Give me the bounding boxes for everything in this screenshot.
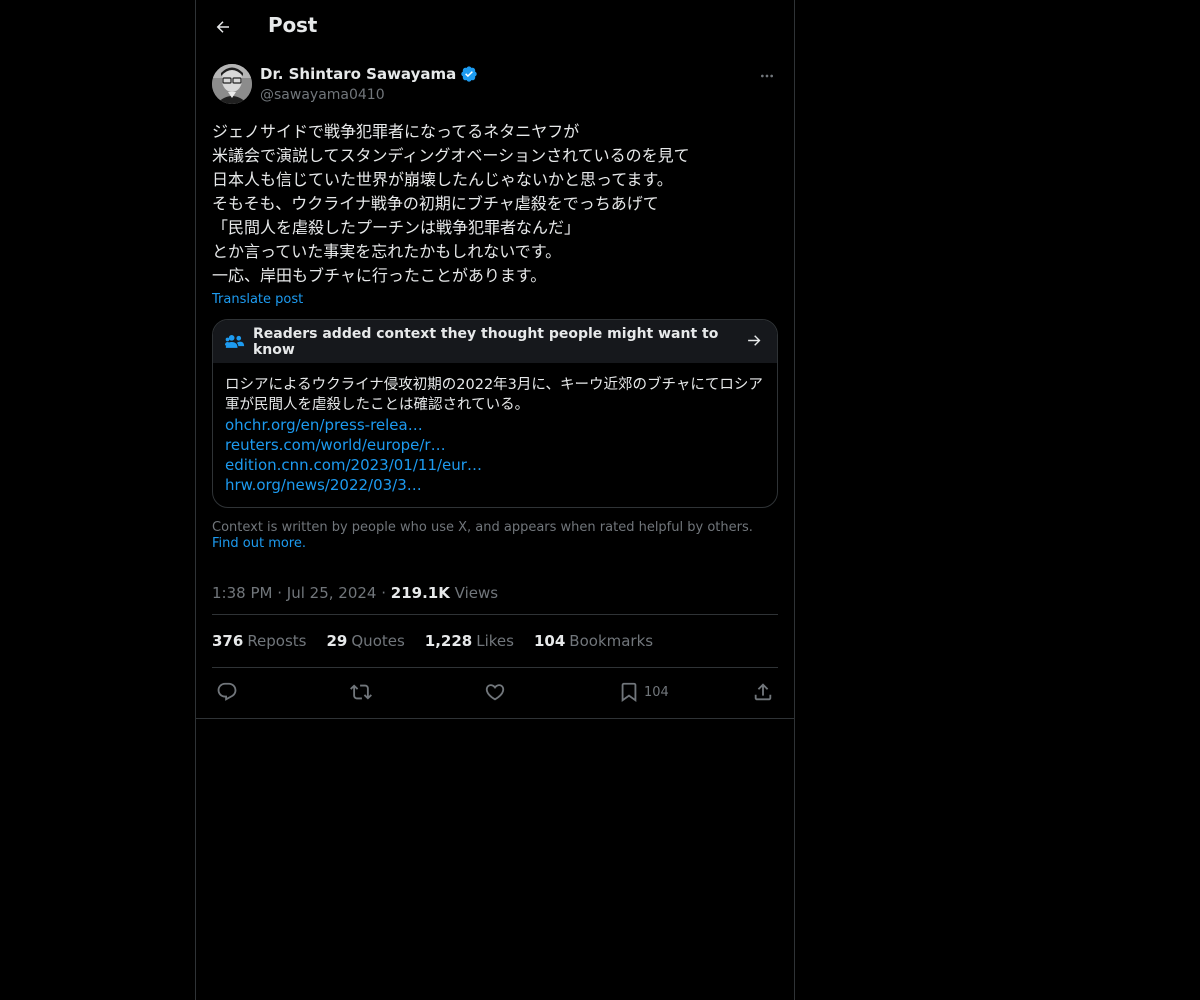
- people-icon: [225, 333, 245, 351]
- back-button[interactable]: [210, 14, 236, 40]
- post-line: 米議会で演説してスタンディングオベーションされているのを見て: [212, 146, 690, 165]
- verified-badge-icon: [461, 66, 477, 82]
- post-line: 日本人も信じていた世界が崩壊したんじゃないかと思ってます。: [212, 170, 673, 189]
- more-horizontal-icon: [761, 74, 773, 78]
- meta-separator: ·: [381, 584, 391, 602]
- context-disclaimer: Context is written by people who use X, …: [212, 520, 778, 552]
- like-button[interactable]: [484, 680, 506, 704]
- source-link[interactable]: edition.cnn.com/2023/01/11/eur…: [225, 455, 765, 475]
- more-options-button[interactable]: [756, 66, 778, 86]
- source-link[interactable]: ohchr.org/en/press-relea…: [225, 415, 765, 435]
- post-time[interactable]: 1:38 PM: [212, 584, 272, 602]
- author-row: Dr. Shintaro Sawayama @sawayama0410: [212, 64, 778, 108]
- community-note-body: ロシアによるウクライナ侵攻初期の2022年3月に、キーウ近郊のブチャにてロシア軍…: [213, 363, 777, 507]
- heart-icon: [485, 684, 505, 701]
- quotes-label: Quotes: [351, 632, 405, 650]
- repost-icon: [350, 684, 372, 700]
- avatar-image: [212, 64, 252, 104]
- post-line: そもそも、ウクライナ戦争の初期にブチャ虐殺をでっちあげて: [212, 194, 659, 213]
- bookmarks-count: 104: [533, 632, 566, 650]
- views-count: 219.1K: [390, 584, 450, 602]
- arrow-right-icon: [746, 332, 763, 353]
- bookmark-count: 104: [644, 684, 669, 700]
- reposts-label: Reposts: [247, 632, 307, 650]
- engagement-stats: 376 Reposts 29 Quotes 1,228 Likes 104 Bookma…: [212, 615, 778, 667]
- bookmarks-label: Bookmarks: [569, 632, 654, 650]
- bookmark-button[interactable]: 104: [618, 680, 669, 704]
- source-link[interactable]: hrw.org/news/2022/03/3…: [225, 475, 765, 495]
- find-out-more-link[interactable]: Find out more.: [212, 536, 306, 551]
- post-meta: 1:38 PM · Jul 25, 2024 · 219.1K Views: [212, 584, 778, 614]
- community-note-title: Readers added context they thought peopl…: [253, 325, 719, 358]
- post-line: とか言っていた事実を忘れたかもしれないです。: [212, 242, 562, 261]
- arrow-left-icon: [216, 21, 229, 33]
- source-link[interactable]: reuters.com/world/europe/r…: [225, 435, 765, 455]
- avatar[interactable]: [212, 64, 252, 104]
- likes-label: Likes: [476, 632, 514, 650]
- share-icon: [754, 683, 772, 701]
- author-name-text: Dr. Shintaro Sawayama: [260, 65, 457, 83]
- page-title: Post: [268, 13, 318, 37]
- post-detail: Dr. Shintaro Sawayama @sawayama0410 ジェノサ…: [212, 64, 778, 716]
- primary-column: Post Dr. Shintaro Sawayama @sawayama0410…: [195, 0, 795, 1000]
- reposts-stat[interactable]: 376 Reposts: [212, 632, 307, 650]
- community-note-links: ohchr.org/en/press-relea… reuters.com/wo…: [225, 415, 765, 495]
- community-note-header[interactable]: Readers added context they thought peopl…: [213, 320, 777, 363]
- author-handle[interactable]: @sawayama0410: [260, 87, 385, 103]
- views-label: Views: [454, 584, 499, 602]
- bookmarks-stat[interactable]: 104 Bookmarks: [534, 632, 653, 650]
- likes-count: 1,228: [424, 632, 473, 650]
- translate-post-link[interactable]: Translate post: [212, 292, 303, 307]
- post-line: 一応、岸田もブチャに行ったことがあります。: [212, 266, 547, 285]
- post-date[interactable]: Jul 25, 2024: [287, 584, 377, 602]
- reply-button[interactable]: [216, 680, 238, 704]
- likes-stat[interactable]: 1,228 Likes: [425, 632, 514, 650]
- author-name[interactable]: Dr. Shintaro Sawayama: [260, 65, 478, 83]
- page-header: Post: [196, 0, 794, 53]
- reposts-count: 376: [212, 632, 244, 650]
- reply-icon: [217, 682, 237, 701]
- post-line: ジェノサイドで戦争犯罪者になってるネタニヤフが: [212, 122, 580, 141]
- bookmark-icon: [621, 682, 637, 703]
- meta-separator: ·: [277, 584, 287, 602]
- share-button[interactable]: [752, 680, 774, 704]
- action-bar: 104: [212, 668, 778, 716]
- context-disclaimer-text: Context is written by people who use X, …: [212, 520, 753, 535]
- community-note-card: Readers added context they thought peopl…: [212, 319, 778, 508]
- post-bottom-divider: [196, 718, 794, 719]
- post-text: ジェノサイドで戦争犯罪者になってるネタニヤフが 米議会で演説してスタンディングオ…: [212, 120, 778, 288]
- quotes-stat[interactable]: 29 Quotes: [327, 632, 405, 650]
- community-note-text: ロシアによるウクライナ侵攻初期の2022年3月に、キーウ近郊のブチャにてロシア軍…: [225, 377, 763, 413]
- quotes-count: 29: [326, 632, 348, 650]
- post-line: 「民間人を虐殺したプーチンは戦争犯罪者なんだ」: [212, 218, 581, 237]
- repost-button[interactable]: [350, 680, 372, 704]
